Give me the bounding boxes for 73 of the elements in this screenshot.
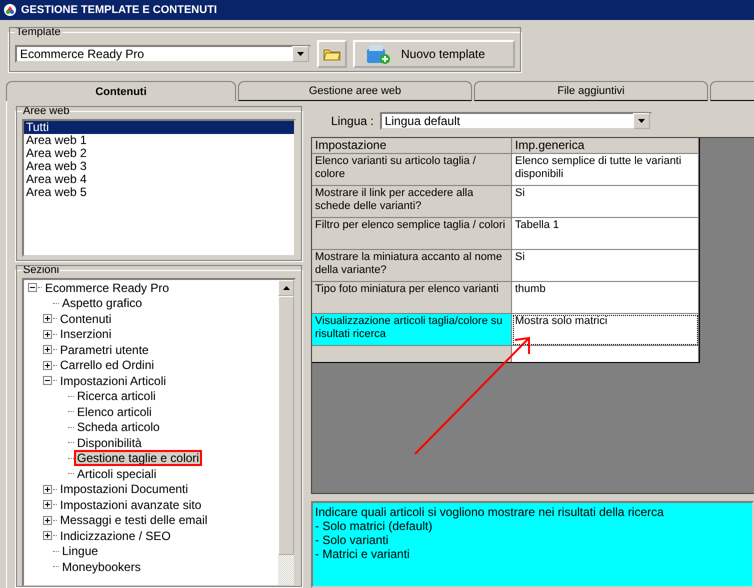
- description-line: - Solo varianti: [315, 533, 390, 547]
- tree-item[interactable]: Ecommerce Ready Pro: [44, 282, 170, 294]
- tab[interactable]: [710, 81, 754, 101]
- description-line: - Matrici e varianti: [315, 547, 411, 561]
- app-icon: [3, 3, 17, 17]
- expander-icon[interactable]: [43, 345, 52, 354]
- tree-item[interactable]: Ricerca articoli: [76, 390, 157, 402]
- description-line: - Solo matrici (default): [315, 519, 434, 533]
- expander-icon[interactable]: [43, 484, 52, 494]
- expander-icon[interactable]: [43, 330, 52, 339]
- group-label: Aree web: [22, 105, 70, 117]
- tree-item[interactable]: Scheda articolo: [76, 421, 161, 434]
- value-cell[interactable]: Si: [512, 250, 699, 282]
- list-item[interactable]: Area web 5: [24, 186, 294, 199]
- up-arrow-icon: [282, 286, 290, 290]
- caret-icon: [638, 119, 645, 123]
- value-cell[interactable]: Elenco semplice di tutte le varianti disponibili: [512, 154, 699, 186]
- tree-item[interactable]: Carrello ed Ordini: [59, 359, 156, 372]
- setting-cell[interactable]: Filtro per elenco semplice taglia / colori: [312, 218, 512, 250]
- group-label: Template: [15, 26, 62, 38]
- expander-icon[interactable]: [43, 360, 52, 370]
- description-line: Indicare quali articoli si vogliono mostrare nei risultati della ricerca: [315, 505, 665, 519]
- tree-item[interactable]: Impostazioni Documenti: [59, 483, 190, 496]
- value-cell[interactable]: Tabella 1: [512, 218, 699, 250]
- expander-icon[interactable]: [43, 516, 52, 525]
- expander-icon[interactable]: [43, 376, 52, 386]
- tree-item[interactable]: Aspetto grafico: [61, 297, 144, 310]
- language-label: Lingua :: [331, 114, 374, 128]
- tree-item[interactable]: Contenuti: [59, 312, 112, 325]
- expander-icon[interactable]: [43, 531, 52, 540]
- tree-item[interactable]: Lingue: [61, 545, 100, 558]
- tab[interactable]: Contenuti: [6, 81, 236, 101]
- tree-item[interactable]: Messaggi e testi delle email: [59, 514, 208, 526]
- template-dropdown[interactable]: Ecommerce Ready Pro: [15, 45, 311, 63]
- tree-item[interactable]: Inserzioni: [59, 328, 112, 340]
- column-header[interactable]: Impostazione: [312, 138, 512, 154]
- setting-cell[interactable]: Elenco varianti su articolo taglia / colore: [312, 154, 512, 186]
- tree-item[interactable]: Gestione taglie e colori: [76, 452, 200, 464]
- tree-item[interactable]: Moneybookers: [61, 560, 142, 573]
- setting-cell[interactable]: Visualizzazione articoli taglia/colore su risultati ricerca: [312, 314, 512, 346]
- list-item[interactable]: Area web 1: [24, 134, 294, 147]
- expander-icon[interactable]: [43, 500, 52, 510]
- tree-item[interactable]: Articoli speciali: [76, 468, 158, 480]
- tab[interactable]: File aggiuntivi: [474, 81, 708, 101]
- tree-item[interactable]: Impostazioni avanzate sito: [59, 498, 202, 511]
- list-item[interactable]: Tutti: [24, 121, 294, 134]
- tree-item[interactable]: Impostazioni Articoli: [59, 374, 168, 387]
- setting-cell[interactable]: Mostrare il link per accedere alla schede delle varianti?: [312, 186, 512, 218]
- list-item[interactable]: Area web 4: [24, 173, 294, 186]
- tree-item[interactable]: Disponibilità: [76, 436, 143, 449]
- expander-icon[interactable]: [43, 314, 52, 324]
- list-item[interactable]: Area web 2: [24, 147, 294, 160]
- window-title: GESTIONE TEMPLATE E CONTENUTI: [21, 4, 217, 16]
- column-header[interactable]: Imp.generica: [512, 138, 699, 154]
- group-label: Sezioni: [22, 264, 60, 276]
- open-folder-button[interactable]: [317, 40, 347, 68]
- language-dropdown[interactable]: Lingua default: [380, 112, 652, 130]
- tab[interactable]: Gestione aree web: [238, 81, 472, 101]
- scrollbar[interactable]: [278, 280, 294, 585]
- caret-icon: [297, 52, 304, 56]
- setting-cell[interactable]: Tipo foto miniatura per elenco varianti: [312, 282, 512, 314]
- setting-cell[interactable]: Mostrare la miniatura accanto al nome della variante?: [312, 250, 512, 282]
- folder-icon: [323, 47, 341, 61]
- new-template-button[interactable]: Nuovo template: [353, 40, 516, 68]
- box-add-icon: [365, 43, 391, 65]
- tree-item[interactable]: Elenco articoli: [76, 406, 153, 418]
- tree-item[interactable]: Indicizzazione / SEO: [59, 530, 172, 542]
- value-cell[interactable]: Si: [512, 186, 699, 218]
- tree-item[interactable]: Parametri utente: [59, 344, 150, 356]
- value-cell[interactable]: Mostra solo matrici: [512, 314, 699, 346]
- value-cell[interactable]: thumb: [512, 282, 699, 314]
- expander-icon[interactable]: [28, 283, 37, 292]
- list-item[interactable]: Area web 3: [24, 160, 294, 173]
